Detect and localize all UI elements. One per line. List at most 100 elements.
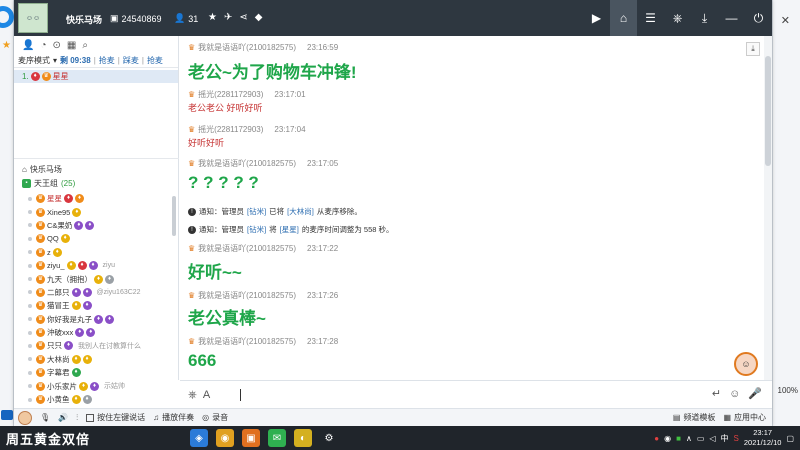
ime-indicator[interactable]: 中 [721,433,729,444]
person-icon: 👤 [174,13,186,23]
user-list-item[interactable]: ♛ 星星 ♦ ♦ [28,192,176,205]
grab-mic-link-2[interactable]: 抢麦 [147,55,163,66]
user-list-item[interactable]: ♛ 九天（拥抱） ♦ ♦ [28,272,176,285]
close-icon[interactable]: ✕ [781,14,790,27]
user-name: 星星 [47,194,62,204]
user-list-item[interactable]: ♛ C&果奶 ♦ ♦ [28,219,176,232]
tray-icon[interactable]: ◉ [664,434,671,443]
scroll-down-icon[interactable]: ⤓ [746,42,760,56]
medal-icon: ♦ [64,194,73,204]
notification-icon[interactable]: ▢ [786,434,794,443]
tray-icon[interactable]: ■ [676,434,681,443]
chat-scroll-thumb[interactable] [765,56,771,166]
sogou-icon[interactable]: S [734,434,739,443]
mic-timer: 剩 09:38 [60,56,91,65]
room-node[interactable]: ▪ 天王组 (25) [22,178,75,189]
app-icon-browser[interactable]: ◈ [190,429,208,447]
send-icon[interactable]: ↵ [712,387,721,400]
push-to-talk-toggle[interactable]: 按住左键说话 [86,412,145,423]
home-icon[interactable]: ⌂ [610,0,637,36]
message-text: 老公~为了购物车冲锋! [188,63,357,82]
user-list-item[interactable]: ♛ ziyu_ ♦ ♦ ♦ ziyu [28,259,176,272]
user-list-item[interactable]: ♛ 大林尚 ♦ ♦ [28,353,176,366]
user-list-item[interactable]: ♛ 你好我是丸子 ♦ ♦ [28,313,176,326]
search-icon[interactable]: ⌕ [82,40,88,51]
message-header: ♛ 我就是语语吖(2100182575) 23:17:22 [188,244,339,253]
power-icon[interactable]: ⏻ [745,0,772,36]
list-icon[interactable]: ☰ [637,0,664,36]
user-list-item[interactable]: ♛ 小乐家片 ♦ ♦ 示姑帅 [28,379,176,392]
star-icon[interactable]: ★ [208,12,217,23]
user-name: 九天（拥抱） [47,274,92,284]
share-icon[interactable]: ⋖ [239,12,247,23]
user-list-scrollbar[interactable] [172,196,176,236]
avatar[interactable] [18,410,32,425]
plane-icon[interactable]: ✈ [224,12,232,23]
microphone-icon[interactable]: 🎙 [40,413,50,422]
user-icon[interactable]: 👤 [22,40,34,51]
checkbox-icon [86,413,95,422]
mic-icon[interactable]: 🎤 [748,387,762,400]
template-icon: ▤ [672,413,681,422]
app-icon-yellow[interactable]: ◐ [294,429,312,447]
assistant-avatar-icon[interactable]: ☺ [734,352,758,376]
grid-icon[interactable]: ▦ [67,40,76,51]
user-list-item[interactable]: ♛ 沖破xxx ♦ ♦ [28,326,176,339]
location-icon[interactable]: ⊙ [53,40,61,51]
speedometer-icon[interactable]: ◔ [40,40,46,51]
mic-order-bar: 麦序模式 ▾ 剩 09:38 | 抢麦 | 踩麦 | 抢麦 [14,54,178,68]
video-icon[interactable]: ▶ [583,0,610,36]
clock[interactable]: 23:17 2021/12/10 [744,428,782,448]
grab-mic-link[interactable]: 抢麦 [99,55,115,66]
play-accompaniment-button[interactable]: ♫ 播放伴奏 [153,412,194,423]
gamepad-icon[interactable]: ⎈ [188,389,197,402]
channel-template-button[interactable]: ▤ 频道模板 [673,412,716,423]
crown-icon: ♛ [36,261,45,271]
user-list-item[interactable]: ♛ 猫冒王 ♦ ♦ [28,299,176,312]
room-icon: ▪ [22,179,31,188]
crown-icon: ♛ [36,301,45,311]
medal-icon: ♦ [79,381,88,391]
speaker-icon[interactable]: 🔊 [58,413,68,422]
message-text: 666 [188,351,217,370]
minimize-icon[interactable]: — [718,0,745,36]
wechat-icon[interactable]: ✉ [268,429,286,447]
app-icon-orange[interactable]: ▣ [242,429,260,447]
user-name: C&果奶 [47,220,73,230]
apps-icon: ▦ [723,413,731,422]
app-center-button[interactable]: ▦ 应用中心 [723,412,766,423]
font-icon[interactable]: A [203,389,210,402]
user-list-item[interactable]: ♛ Xine95 ♦ [28,205,176,218]
network-icon[interactable]: ▭ [697,434,705,443]
chat-input[interactable] [240,386,670,404]
step-mic-link[interactable]: 踩麦 [123,55,139,66]
download-icon[interactable]: ⤓ [691,0,718,36]
room-logo[interactable]: ☺☺ [18,3,48,33]
taskbar-search[interactable]: 周五黄金双倍 [0,426,180,450]
mixer-icon[interactable]: ⫶ [76,413,78,423]
medal-icon: ♦ [82,301,92,311]
crown-icon: ♛ [188,244,196,253]
home-icon: ⌂ [22,165,27,174]
user-list-item[interactable]: ♛ 字幕君 ♦ [28,366,176,379]
shield-icon[interactable]: ◆ [255,12,263,23]
settings-icon[interactable]: ⚙ [320,429,338,447]
emoji-icon[interactable]: ☺ [729,388,740,400]
chevron-down-icon[interactable]: ▾ [53,56,57,65]
user-list-item[interactable]: ♛ z ♦ [28,246,176,259]
user-list-item[interactable]: ♛ 小黄鱼 ♦ ♦ [28,393,176,406]
chevron-up-icon[interactable]: ∧ [686,434,692,443]
gamepad-icon[interactable]: ⎈ [664,0,691,36]
mic-mode[interactable]: 麦序模式 [18,55,50,66]
app-icon-owl[interactable]: ◉ [216,429,234,447]
record-button[interactable]: ◎ 录音 [202,412,228,423]
tray-icon[interactable]: ● [654,434,659,443]
volume-icon[interactable]: ◁ [709,434,715,443]
mic-queue-item[interactable]: 1. ♦ ♛ 星星 [14,70,178,83]
user-list-item[interactable]: ♛ 二郎只 ♦ ♦ @ziyu163C22 [28,286,176,299]
user-list-item[interactable]: ♛ 只只 ♦ 我别人在讨教算什么 [28,339,176,352]
channel-node[interactable]: ⌂ 快乐马场 [22,164,62,175]
user-list-item[interactable]: ♛ QQ ♦ [28,232,176,245]
medal-icon: ♦ [82,395,92,405]
chat-scrollbar[interactable] [764,36,772,380]
